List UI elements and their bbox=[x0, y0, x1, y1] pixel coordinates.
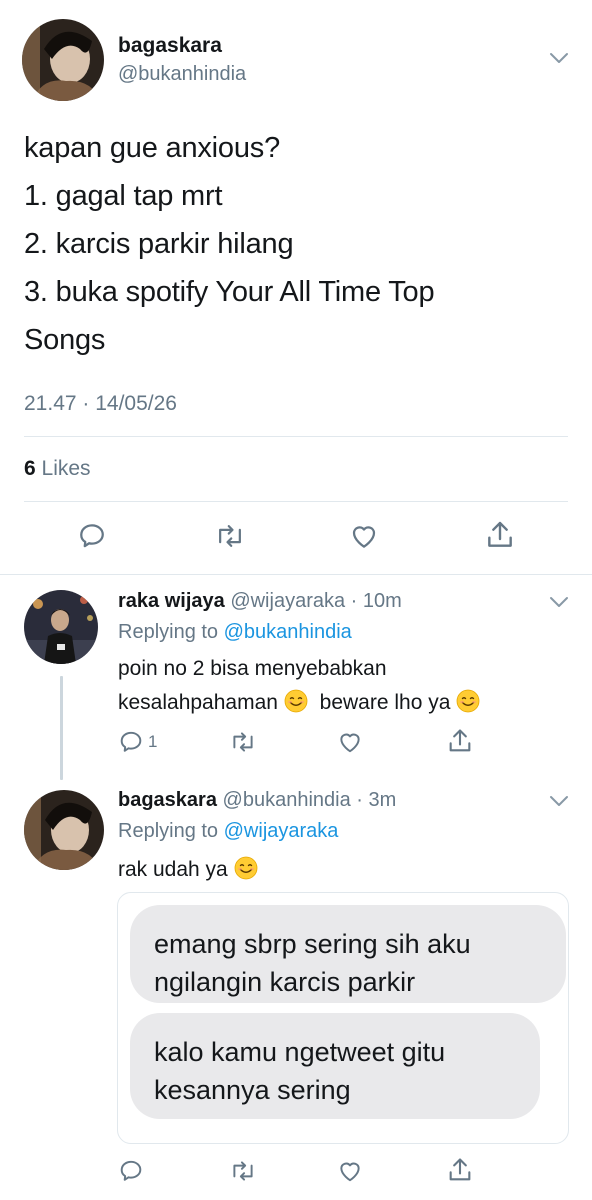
avatar-main[interactable] bbox=[22, 19, 104, 101]
chat-bubble: kalo kamu ngetweet gitu kesannya sering bbox=[130, 1013, 540, 1119]
like-button[interactable] bbox=[349, 521, 379, 551]
tweet-text: kapan gue anxious? 1. gagal tap mrt 2. k… bbox=[24, 124, 572, 364]
replying-to: Replying to @bukanhindia bbox=[118, 621, 352, 644]
retweet-button[interactable] bbox=[214, 521, 246, 551]
reply-time[interactable]: · 3m bbox=[356, 789, 396, 811]
avatar-reply2[interactable] bbox=[24, 790, 104, 870]
reply1-header: raka wijaya @wijayaraka · 10m bbox=[118, 590, 402, 613]
reply-fragment: kesalahpahaman bbox=[118, 691, 278, 714]
retweet-button[interactable] bbox=[229, 1158, 257, 1184]
retweet-button[interactable] bbox=[229, 729, 257, 755]
reply-fragment: beware lho ya bbox=[319, 691, 451, 714]
replying-prefix: Replying to bbox=[118, 621, 219, 643]
share-icon bbox=[449, 1158, 471, 1181]
reply2-header: bagaskara @bukanhindia · 3m bbox=[118, 789, 396, 812]
heart-icon bbox=[340, 733, 360, 753]
replying-to-link[interactable]: @bukanhindia bbox=[224, 621, 352, 643]
bubble-line: kalo kamu ngetweet gitu bbox=[154, 1037, 446, 1067]
reply-text: poin no 2 bisa menyebabkan kesalahpahama… bbox=[118, 652, 578, 720]
author-handle[interactable]: @bukanhindia bbox=[118, 63, 246, 86]
tweet-line: 3. buka spotify Your All Time Top bbox=[24, 276, 435, 308]
reply-line: poin no 2 bisa menyebabkan bbox=[118, 657, 387, 680]
chevron-down-icon[interactable] bbox=[549, 52, 569, 64]
replying-prefix: Replying to bbox=[118, 820, 219, 842]
bubble-line: emang sbrp sering sih aku bbox=[154, 929, 471, 959]
author-name[interactable]: raka wijaya bbox=[118, 590, 225, 612]
reply-fragment: rak udah ya bbox=[118, 858, 228, 881]
chevron-down-icon[interactable] bbox=[549, 795, 569, 807]
smiling-face-emoji bbox=[456, 689, 480, 713]
avatar-reply1[interactable] bbox=[24, 590, 98, 664]
share-icon bbox=[488, 521, 512, 547]
replying-to: Replying to @wijayaraka bbox=[118, 820, 338, 843]
like-button[interactable] bbox=[337, 729, 363, 755]
retweet-icon bbox=[233, 732, 253, 752]
like-button[interactable] bbox=[337, 1158, 363, 1184]
replying-to-link[interactable]: @wijayaraka bbox=[224, 820, 339, 842]
divider bbox=[24, 436, 568, 437]
share-button[interactable] bbox=[446, 727, 474, 755]
author-name[interactable]: bagaskara bbox=[118, 789, 217, 811]
tweet-line: 2. karcis parkir hilang bbox=[24, 228, 294, 260]
share-button[interactable] bbox=[446, 1156, 474, 1184]
divider bbox=[24, 501, 568, 502]
author-handle[interactable]: @bukanhindia bbox=[223, 789, 351, 811]
tweet-line: 1. gagal tap mrt bbox=[24, 180, 223, 212]
share-icon bbox=[449, 729, 471, 752]
thread-line bbox=[60, 676, 63, 780]
reply-button[interactable]: 1 bbox=[118, 729, 157, 755]
heart-icon bbox=[352, 526, 376, 548]
tweet-line: kapan gue anxious? bbox=[24, 132, 280, 164]
likes-count[interactable]: 6 Likes bbox=[24, 457, 91, 481]
bubble-line: ngilangin karcis parkir bbox=[154, 967, 416, 997]
tweet-timestamp[interactable]: 21.47 · 14/05/26 bbox=[24, 392, 177, 416]
reply-button[interactable] bbox=[118, 1158, 144, 1184]
author-name[interactable]: bagaskara bbox=[118, 34, 222, 58]
reply-button[interactable] bbox=[77, 521, 107, 551]
retweet-icon bbox=[233, 1161, 253, 1181]
likes-label: Likes bbox=[41, 457, 91, 480]
smiling-face-emoji bbox=[234, 856, 257, 880]
attached-image[interactable]: emang sbrp sering sih aku ngilangin karc… bbox=[117, 892, 569, 1144]
heart-icon bbox=[340, 1162, 360, 1182]
smiling-face-emoji bbox=[284, 689, 308, 713]
reply-icon bbox=[80, 524, 104, 548]
chevron-down-icon[interactable] bbox=[549, 596, 569, 608]
reply-count: 1 bbox=[148, 732, 158, 751]
chat-bubble: emang sbrp sering sih aku ngilangin karc… bbox=[130, 905, 566, 1003]
retweet-icon bbox=[219, 525, 241, 547]
divider bbox=[0, 574, 592, 575]
reply-line: kesalahpahaman beware lho ya bbox=[118, 686, 578, 720]
reply-icon bbox=[120, 1160, 142, 1181]
share-button[interactable] bbox=[484, 519, 516, 551]
reply-text: rak udah ya bbox=[118, 853, 258, 887]
bubble-line: kesannya sering bbox=[154, 1075, 351, 1105]
reply-time[interactable]: · 10m bbox=[351, 590, 402, 612]
reply-icon bbox=[120, 731, 142, 752]
likes-number: 6 bbox=[24, 457, 36, 480]
author-handle[interactable]: @wijayaraka bbox=[230, 590, 345, 612]
tweet-line: Songs bbox=[24, 324, 106, 356]
